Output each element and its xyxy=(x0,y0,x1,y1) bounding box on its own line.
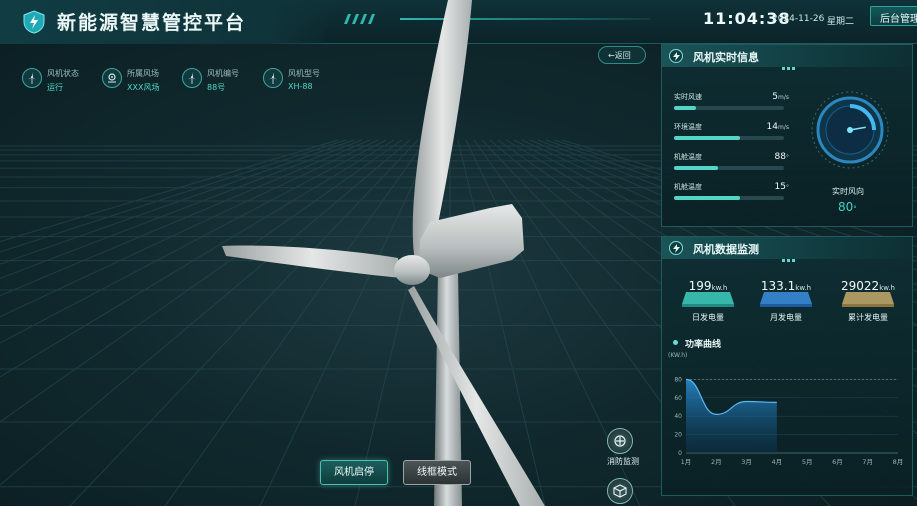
panel-header: 风机实时信息 xyxy=(662,45,912,70)
admin-button[interactable]: 后台管理 xyxy=(870,6,917,26)
cube-view-button[interactable] xyxy=(607,478,633,504)
wind-turbine-model[interactable] xyxy=(200,0,620,506)
x-tick-label: 3月 xyxy=(741,458,752,466)
rt-row-nacelle-temp: 机舱温度 88° xyxy=(674,152,789,180)
y-tick-label: 80 xyxy=(674,376,682,383)
y-tick-label: 0 xyxy=(678,450,682,457)
energy-pedestal-icon xyxy=(842,292,894,307)
panel-title: 风机实时信息 xyxy=(693,51,759,64)
rt-row-ambient-temp: 环境温度 14m/s xyxy=(674,122,789,150)
data-monitor-panel: 风机数据监测 199kw.h 日发电量 133.1kw.h 月发电量 29022… xyxy=(661,236,913,496)
y-tick-label: 40 xyxy=(674,413,682,420)
turbine-start-stop-button[interactable]: 风机启停 xyxy=(320,460,388,485)
rotor-hub xyxy=(394,255,430,285)
energy-pedestal-icon xyxy=(682,292,734,307)
level-fill xyxy=(674,136,740,140)
fire-monitor-label: 消防监测 xyxy=(607,457,639,466)
wind-direction-value: 80° xyxy=(838,200,857,214)
x-tick-label: 1月 xyxy=(681,458,692,466)
fire-monitor-button[interactable] xyxy=(607,428,633,454)
clock-date: 2024-11-26 xyxy=(772,14,825,24)
wind-direction-dial xyxy=(811,91,889,169)
level-fill xyxy=(674,196,740,200)
back-button[interactable]: ←返回 xyxy=(598,46,646,64)
y-tick-label: 60 xyxy=(674,395,682,402)
location-icon xyxy=(102,68,122,88)
x-tick-label: 8月 xyxy=(893,458,904,466)
x-tick-label: 4月 xyxy=(772,458,783,466)
y-axis-label: (KW.h) xyxy=(668,352,687,359)
x-tick-label: 6月 xyxy=(832,458,843,466)
realtime-info-panel: 风机实时信息 实时风速 5m/s 环境温度 14m/s 机舱温度 88° 机舱温… xyxy=(661,44,913,227)
x-tick-label: 5月 xyxy=(802,458,813,466)
energy-card-total: 29022kw.h 累计发电量 xyxy=(841,279,895,322)
lightning-icon xyxy=(669,241,683,255)
wind-direction-label: 实时风向 xyxy=(832,187,864,196)
panel-dots xyxy=(782,67,795,70)
energy-pedestal-icon xyxy=(760,292,812,307)
energy-card-daily: 199kw.h 日发电量 xyxy=(672,275,744,325)
power-curve-chart: (KW.h) 0 20 40 60 80 1月 2月 3月 4月 5月 6月 7月 8月 xyxy=(668,352,904,466)
x-tick-label: 7月 xyxy=(862,458,873,466)
wireframe-mode-button[interactable]: 线框模式 xyxy=(403,460,471,485)
power-curve-bullet xyxy=(673,340,678,345)
lightning-icon xyxy=(669,49,683,63)
cube-icon xyxy=(613,484,627,498)
panel-header: 风机数据监测 xyxy=(662,237,912,262)
panel-dots xyxy=(782,259,795,262)
shield-logo-icon xyxy=(23,10,45,34)
level-bar xyxy=(674,136,784,140)
rt-row-nacelle-temp-2: 机舱温度 15° xyxy=(674,182,789,210)
series-area xyxy=(686,379,777,453)
level-fill xyxy=(674,106,696,110)
x-axis: 1月 2月 3月 4月 5月 6月 7月 8月 xyxy=(681,452,904,466)
arrow-left-icon: ← xyxy=(608,51,615,60)
blade-left xyxy=(222,245,402,278)
turbine-icon xyxy=(22,68,42,88)
fire-monitor-icon xyxy=(614,435,626,447)
level-bar xyxy=(674,106,784,110)
rt-row-wind-speed: 实时风速 5m/s xyxy=(674,92,789,120)
power-series xyxy=(685,378,777,453)
level-bar xyxy=(674,166,784,170)
level-bar xyxy=(674,196,784,200)
level-fill xyxy=(674,166,718,170)
panel-title: 风机数据监测 xyxy=(693,243,759,256)
x-tick-label: 2月 xyxy=(711,458,722,466)
y-tick-label: 20 xyxy=(674,432,682,439)
turbine-icon xyxy=(182,68,202,88)
energy-card-monthly: 133.1kw.h 月发电量 xyxy=(750,275,822,325)
clock-weekday: 星期二 xyxy=(827,17,855,27)
